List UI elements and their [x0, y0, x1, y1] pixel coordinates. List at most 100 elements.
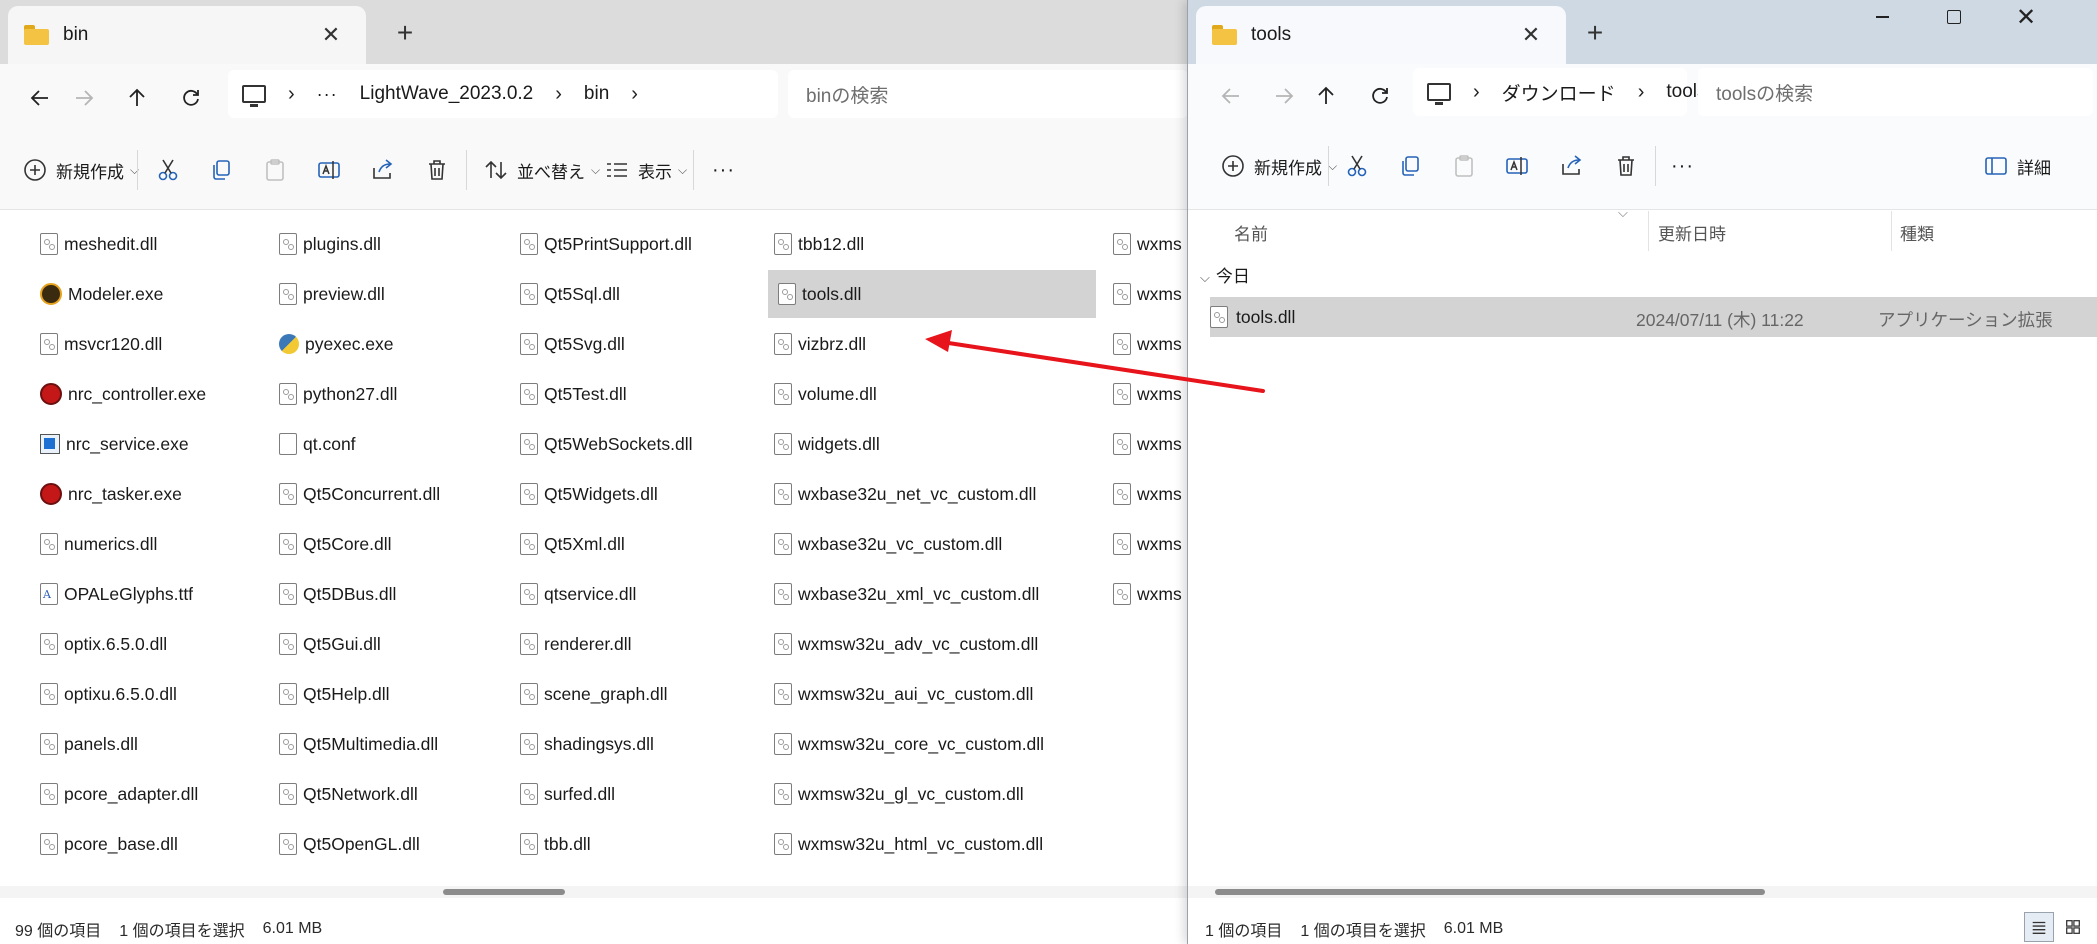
sort-button[interactable]: 並べ替え ⌵ — [483, 152, 600, 188]
file-item[interactable]: pcore_base.dll — [34, 827, 178, 861]
file-item[interactable]: wxms — [1107, 227, 1182, 261]
back-button[interactable] — [1211, 76, 1251, 116]
file-item[interactable]: Qt5Sql.dll — [514, 277, 620, 311]
column-divider[interactable] — [1648, 211, 1649, 251]
file-item[interactable]: optixu.6.5.0.dll — [34, 677, 177, 711]
address-bar[interactable]: › ··· LightWave_2023.0.2 › bin › — [228, 70, 778, 118]
file-item[interactable]: wxms — [1107, 577, 1182, 611]
copy-button[interactable] — [208, 152, 234, 188]
file-item[interactable]: Qt5Widgets.dll — [514, 477, 658, 511]
file-item[interactable]: volume.dll — [768, 377, 877, 411]
file-item[interactable]: tbb12.dll — [768, 227, 864, 261]
forward-button[interactable] — [1264, 76, 1304, 116]
file-item[interactable]: Qt5PrintSupport.dll — [514, 227, 692, 261]
delete-button[interactable] — [1613, 148, 1639, 184]
file-item[interactable]: plugins.dll — [273, 227, 381, 261]
share-button[interactable] — [370, 152, 396, 188]
details-pane-button[interactable]: 詳細 — [1983, 148, 2051, 184]
horizontal-scrollbar[interactable] — [0, 886, 1190, 898]
file-item[interactable]: shadingsys.dll — [514, 727, 654, 761]
file-item[interactable]: panels.dll — [34, 727, 138, 761]
scrollbar-thumb[interactable] — [1215, 889, 1765, 895]
file-item[interactable]: nrc_controller.exe — [34, 377, 206, 411]
share-button[interactable] — [1559, 148, 1585, 184]
cut-button[interactable] — [155, 152, 181, 188]
delete-button[interactable] — [424, 152, 450, 188]
chevron-right-icon[interactable]: › — [288, 83, 295, 106]
cut-button[interactable] — [1344, 148, 1370, 184]
refresh-button[interactable] — [1360, 76, 1400, 116]
file-item[interactable]: msvcr120.dll — [34, 327, 162, 361]
file-item[interactable]: nrc_tasker.exe — [34, 477, 182, 511]
more-options-button[interactable]: ··· — [1671, 148, 1694, 184]
breadcrumb-segment[interactable]: bin — [584, 83, 609, 105]
file-item[interactable]: wxmsw32u_html_vc_custom.dll — [768, 827, 1043, 861]
rename-button[interactable] — [316, 152, 342, 188]
search-input[interactable]: toolsの検索 — [1698, 68, 2093, 116]
file-item[interactable]: Qt5DBus.dll — [273, 577, 396, 611]
close-tab-icon[interactable]: ✕ — [316, 20, 346, 50]
file-item-selected[interactable]: tools.dll — [768, 270, 1096, 318]
file-row-selected[interactable]: tools.dll 2024/07/11 (木) 11:22 アプリケーション拡… — [1210, 297, 2097, 337]
file-item[interactable]: pyexec.exe — [273, 327, 394, 361]
tiles-view-button[interactable] — [2058, 912, 2088, 942]
close-window-button[interactable]: ✕ — [1990, 0, 2062, 34]
chevron-right-icon[interactable]: › — [1638, 81, 1645, 104]
view-button[interactable]: 表示 ⌵ — [604, 152, 687, 188]
chevron-right-icon[interactable]: › — [631, 83, 638, 106]
search-input[interactable]: binの検索 — [788, 70, 1188, 118]
file-item[interactable]: qtservice.dll — [514, 577, 636, 611]
file-item[interactable]: meshedit.dll — [34, 227, 157, 261]
file-item[interactable]: widgets.dll — [768, 427, 880, 461]
paste-button[interactable] — [262, 152, 288, 188]
file-item[interactable]: Qt5Multimedia.dll — [273, 727, 438, 761]
copy-button[interactable] — [1397, 148, 1423, 184]
file-item[interactable]: optix.6.5.0.dll — [34, 627, 167, 661]
maximize-button[interactable] — [1918, 0, 1990, 34]
horizontal-scrollbar[interactable] — [1188, 886, 2097, 898]
this-pc-icon[interactable] — [242, 85, 266, 107]
up-button[interactable] — [1306, 76, 1346, 116]
details-view-button[interactable] — [2024, 912, 2054, 942]
column-header-name[interactable]: 名前 — [1234, 220, 1268, 245]
rename-button[interactable] — [1504, 148, 1530, 184]
more-path-icon[interactable]: ··· — [317, 84, 338, 105]
file-item[interactable]: numerics.dll — [34, 527, 157, 561]
back-button[interactable] — [20, 78, 60, 118]
this-pc-icon[interactable] — [1427, 83, 1451, 105]
file-item[interactable]: Qt5Xml.dll — [514, 527, 625, 561]
file-item[interactable]: python27.dll — [273, 377, 397, 411]
file-item[interactable]: wxms — [1107, 327, 1182, 361]
file-item[interactable]: nrc_service.exe — [34, 427, 189, 461]
minimize-button[interactable] — [1846, 0, 1918, 34]
file-item[interactable]: Qt5Help.dll — [273, 677, 390, 711]
more-options-button[interactable]: ··· — [712, 152, 735, 188]
file-item[interactable]: Qt5Gui.dll — [273, 627, 381, 661]
file-item[interactable]: renderer.dll — [514, 627, 632, 661]
file-item[interactable]: wxbase32u_net_vc_custom.dll — [768, 477, 1036, 511]
file-item[interactable]: tbb.dll — [514, 827, 591, 861]
file-item[interactable]: wxms — [1107, 377, 1182, 411]
tab-tools[interactable]: tools ✕ — [1196, 6, 1566, 64]
chevron-right-icon[interactable]: › — [1473, 81, 1480, 104]
file-item[interactable]: wxms — [1107, 527, 1182, 561]
file-item[interactable]: wxmsw32u_aui_vc_custom.dll — [768, 677, 1033, 711]
file-item[interactable]: OPALeGlyphs.ttf — [34, 577, 193, 611]
new-button[interactable]: 新規作成 ⌵ — [1220, 148, 1337, 184]
file-item[interactable]: vizbrz.dll — [768, 327, 866, 361]
new-button[interactable]: 新規作成 ⌵ — [22, 152, 139, 188]
file-item[interactable]: surfed.dll — [514, 777, 615, 811]
file-item[interactable]: wxmsw32u_gl_vc_custom.dll — [768, 777, 1024, 811]
close-tab-icon[interactable]: ✕ — [1516, 20, 1546, 50]
file-item[interactable]: wxms — [1107, 277, 1182, 311]
file-item[interactable]: wxbase32u_vc_custom.dll — [768, 527, 1002, 561]
group-header-today[interactable]: ⌵ 今日 — [1200, 262, 1250, 287]
file-item[interactable]: Qt5OpenGL.dll — [273, 827, 420, 861]
file-item[interactable]: wxmsw32u_adv_vc_custom.dll — [768, 627, 1038, 661]
file-item[interactable]: Qt5Test.dll — [514, 377, 627, 411]
file-item[interactable]: wxms — [1107, 477, 1182, 511]
breadcrumb-segment[interactable]: LightWave_2023.0.2 — [360, 83, 534, 105]
up-button[interactable] — [117, 78, 157, 118]
file-item[interactable]: Qt5Svg.dll — [514, 327, 625, 361]
file-item[interactable]: wxmsw32u_core_vc_custom.dll — [768, 727, 1044, 761]
